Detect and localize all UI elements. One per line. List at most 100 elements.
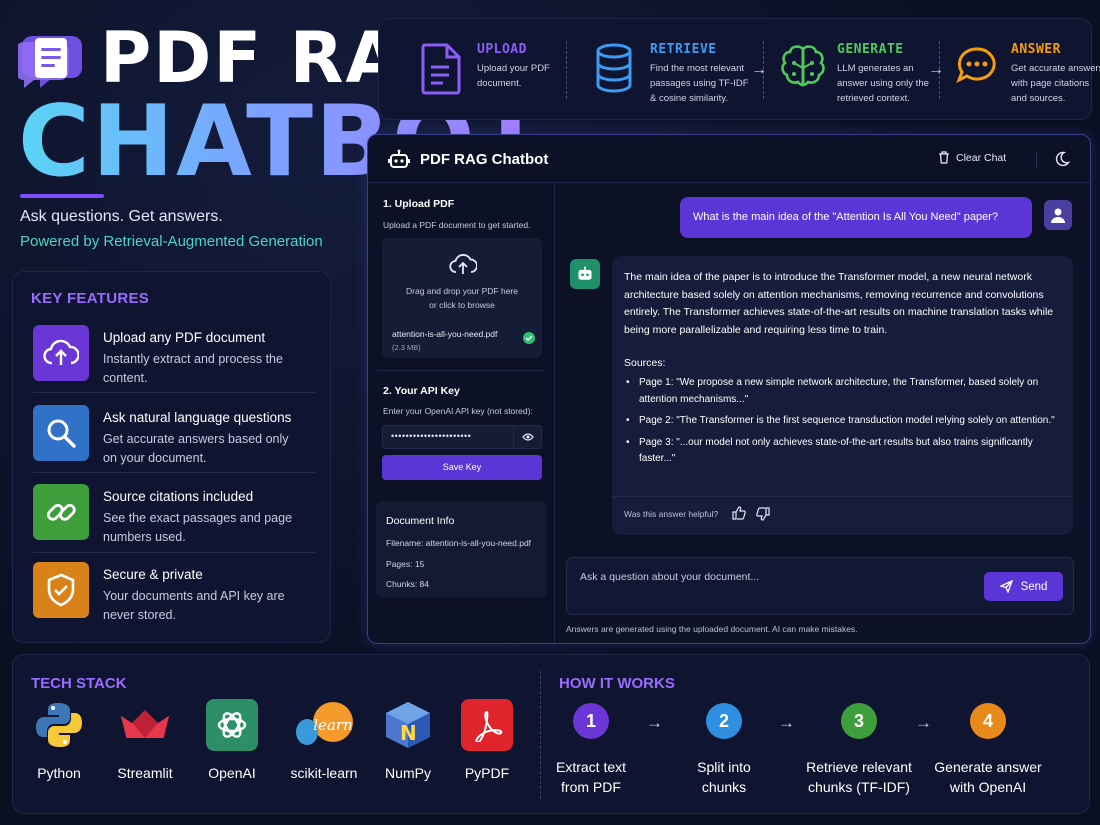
sources-label: Sources: — [624, 357, 666, 369]
pypdf-icon — [461, 699, 513, 751]
feature-upload: Upload any PDF document Instantly extrac… — [33, 325, 313, 401]
send-icon — [999, 580, 1013, 593]
uploaded-file-size: (2.3 MB) — [392, 343, 421, 352]
document-filename: Filename: attention-is-all-you-need.pdf — [386, 538, 532, 548]
source-item: Page 3: "...our model not only achieves … — [624, 435, 1064, 468]
app-title: PDF RAG Chatbot — [420, 151, 549, 168]
bot-answer-text: The main idea of the paper is to introdu… — [624, 271, 1054, 336]
source-item: Page 2: "The Transformer is the first se… — [624, 413, 1064, 430]
pdf-dropzone[interactable]: Drag and drop your PDF here or click to b… — [382, 238, 542, 358]
feature-questions: Ask natural language questions Get accur… — [33, 405, 313, 481]
pipeline-title: UPLOAD — [477, 42, 527, 57]
divider — [33, 392, 315, 393]
question-input[interactable]: Ask a question about your document... Se… — [566, 557, 1074, 615]
api-key-input[interactable]: •••••••••••••••••••••• — [382, 425, 542, 449]
question-placeholder: Ask a question about your document... — [580, 571, 760, 583]
sidebar: 1. Upload PDF Upload a PDF document to g… — [368, 183, 555, 643]
tech-stack-title: TECH STACK — [31, 675, 127, 692]
how-it-works-title: HOW IT WORKS — [559, 675, 675, 692]
robot-icon — [388, 149, 410, 168]
chat-area: What is the main idea of the "Attention … — [556, 183, 1090, 643]
bottom-panel: TECH STACK Python Streamlit OpenAI learn… — [12, 654, 1090, 814]
pipeline-step-upload: UPLOAD Upload your PDF document. — [421, 39, 551, 109]
clear-chat-label: Clear Chat — [956, 151, 1007, 164]
thumbs-down-icon[interactable] — [756, 507, 770, 521]
pipeline-desc: Find the most relevant passages using TF-… — [650, 63, 749, 104]
pipeline-title: ANSWER — [1011, 42, 1061, 57]
divider — [33, 472, 315, 473]
feature-desc: Your documents and API key are never sto… — [103, 589, 285, 622]
user-message: What is the main idea of the "Attention … — [680, 197, 1032, 238]
eye-icon[interactable] — [513, 426, 541, 448]
step-number: 4 — [970, 703, 1006, 739]
clear-chat-button[interactable]: Clear Chat — [938, 151, 1006, 164]
uploaded-file-name: attention-is-all-you-need.pdf — [392, 329, 498, 339]
upload-heading: 1. Upload PDF — [383, 198, 455, 210]
document-icon — [421, 43, 461, 95]
openai-icon — [206, 699, 258, 751]
cloud-upload-icon — [449, 254, 477, 274]
feature-desc: Instantly extract and process the conten… — [103, 352, 283, 385]
speech-bubble-icon — [956, 47, 996, 84]
svg-text:N: N — [400, 721, 417, 745]
chat-app-window: PDF RAG Chatbot Clear Chat 1. Upload PDF… — [367, 134, 1091, 644]
cloud-upload-icon — [33, 325, 89, 381]
pipeline-step-retrieve: RETRIEVE Find the most relevant passages … — [594, 39, 754, 109]
step-number: 2 — [706, 703, 742, 739]
feature-citations: Source citations included See the exact … — [33, 484, 313, 560]
tech-label: PyPDF — [464, 765, 510, 781]
step-label: Generate answer with OpenAI — [934, 759, 1042, 795]
scikit-learn-icon: learn — [289, 699, 359, 751]
pipeline-step-generate: GENERATE LLM generates an answer using on… — [781, 39, 931, 109]
arrow-right-icon: → — [928, 61, 944, 78]
pipeline-desc: Upload your PDF document. — [477, 63, 550, 89]
dropzone-text: Drag and drop your PDF here or click to b… — [406, 286, 518, 310]
step-label: Extract text from PDF — [555, 759, 627, 795]
step-label: Retrieve relevant chunks (TF-IDF) — [806, 759, 912, 795]
upload-desc: Upload a PDF document to get started. — [383, 220, 531, 230]
check-circle-icon — [523, 332, 535, 344]
tech-label: OpenAI — [208, 765, 256, 781]
thumbs-up-icon[interactable] — [732, 506, 746, 520]
bot-avatar-icon — [570, 259, 600, 289]
step-2: 2 Split into chunks — [659, 703, 789, 797]
app-header: PDF RAG Chatbot Clear Chat — [368, 135, 1090, 183]
pipeline-panel: UPLOAD Upload your PDF document. RETRIEVE… — [378, 18, 1100, 120]
send-button[interactable]: Send — [984, 572, 1063, 601]
tech-pypdf: PyPDF — [447, 699, 527, 799]
tech-scikit-learn: learn scikit-learn — [279, 699, 369, 799]
feature-title: Upload any PDF document — [103, 330, 266, 345]
sources-list: Page 1: "We propose a new simple network… — [624, 375, 1064, 473]
feature-desc: Get accurate answers based only on your … — [103, 432, 289, 465]
divider — [612, 496, 1073, 497]
feature-title: Source citations included — [103, 489, 254, 504]
hero-accent-bar — [20, 194, 104, 198]
step-number: 3 — [841, 703, 877, 739]
divider — [33, 552, 315, 553]
document-pages: Pages: 15 — [386, 559, 425, 569]
moon-icon[interactable] — [1054, 151, 1070, 167]
tech-streamlit: Streamlit — [105, 699, 185, 799]
streamlit-icon — [119, 699, 171, 751]
python-icon — [33, 699, 85, 751]
save-key-button[interactable]: Save Key — [382, 455, 542, 480]
tech-python: Python — [19, 699, 99, 799]
pipeline-title: RETRIEVE — [650, 42, 717, 57]
tech-label: Streamlit — [117, 765, 173, 781]
pipeline-step-answer: ANSWER Get accurate answers with page cit… — [955, 39, 1100, 109]
tech-label: NumPy — [385, 765, 431, 781]
tech-label: Python — [37, 765, 81, 781]
arrow-right-icon: → — [751, 61, 767, 78]
bot-message: The main idea of the paper is to introdu… — [612, 256, 1073, 535]
api-key-value: •••••••••••••••••••••• — [391, 431, 472, 441]
key-features-title: KEY FEATURES — [31, 290, 150, 307]
feature-title: Ask natural language questions — [103, 410, 292, 425]
feature-desc: See the exact passages and page numbers … — [103, 511, 293, 544]
disclaimer: Answers are generated using the uploaded… — [566, 624, 858, 634]
step-label: Split into chunks — [697, 759, 751, 795]
key-features-panel: KEY FEATURES Upload any PDF document Ins… — [12, 271, 331, 643]
step-number: 1 — [573, 703, 609, 739]
step-4: 4 Generate answer with OpenAI — [923, 703, 1053, 797]
hero-powered-by: Powered by Retrieval-Augmented Generatio… — [20, 233, 323, 250]
divider — [1036, 151, 1037, 169]
